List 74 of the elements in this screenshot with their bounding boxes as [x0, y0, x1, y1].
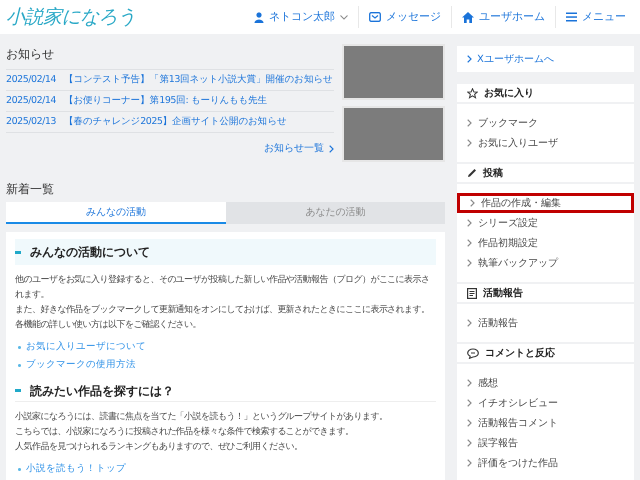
sidebar-link[interactable]: 作品の作成・編集 — [457, 193, 634, 213]
sidebar-link[interactable]: 執筆バックアップ — [457, 253, 634, 273]
chevron-icon — [467, 319, 472, 327]
sidebar-link[interactable]: お気に入りユーザ — [457, 133, 634, 153]
help-link[interactable]: ブックマークの使用方法 — [26, 358, 136, 373]
sidebar-link[interactable]: ブックマーク — [457, 113, 634, 133]
more-notices-link[interactable]: お知らせ一覧 — [264, 141, 334, 156]
pencil-icon — [467, 168, 477, 178]
chevron-icon — [467, 259, 472, 267]
section-heading: みんなの活動について — [30, 244, 150, 261]
paragraph: 人気作品を見つけられるランキングもありますので、ぜひご利用ください。 — [15, 440, 304, 454]
speech-bubble-icon — [467, 348, 479, 358]
nav-button[interactable]: メニュー — [555, 6, 636, 28]
heading-marker — [15, 250, 21, 254]
chevron-icon — [467, 119, 472, 127]
paragraph: 小説家になろうには、読書に焦点を当てた「小説を読もう！」というグループサイトがあります。 — [15, 410, 388, 424]
sidebar-link[interactable]: シリーズ設定 — [457, 213, 634, 233]
bullet-icon — [18, 468, 21, 471]
paragraph: こちらでは、小説家になろうに投稿された作品を様々な条件で検索することができます。 — [15, 426, 354, 439]
paragraph: また、好きな作品をブックマークして更新通知をオンにしておけば、更新されたときにここに表示されます。 — [15, 304, 431, 317]
banner-placeholder[interactable] — [342, 106, 445, 162]
feed-tab[interactable]: みんなの活動 — [6, 202, 226, 224]
chevron-icon — [467, 399, 472, 407]
feed-tab[interactable]: あなたの活動 — [226, 202, 445, 224]
sidebar-link[interactable]: 作品初期設定 — [457, 233, 634, 253]
chevron-icon — [467, 219, 472, 227]
chevron-icon — [467, 55, 472, 63]
sidebar-link[interactable]: 誤字報告 — [457, 433, 634, 453]
nav-button[interactable]: ユーザホーム — [451, 6, 555, 28]
sidebar-link[interactable]: 感想 — [457, 373, 634, 393]
help-link[interactable]: 小説を読もう！トップ — [26, 462, 126, 477]
group-title: お気に入り — [484, 86, 534, 100]
chevron-icon — [467, 139, 472, 147]
sidebar-link[interactable]: 評価をつけた作品 — [457, 453, 634, 473]
caret-icon — [340, 14, 348, 20]
paragraph: 他のユーザをお気に入り登録すると、そのユーザが投稿した新しい作品や活動報告（ブログ）がここに表示されます。 — [15, 274, 431, 302]
star-icon — [467, 88, 478, 98]
chevron-icon — [467, 419, 472, 427]
nav-button[interactable]: ネトコン太郎 — [244, 6, 358, 28]
section-title: 新着一覧 — [6, 181, 55, 198]
chevron-icon — [467, 379, 472, 387]
site-logo[interactable]: 小説家になろう — [6, 2, 136, 32]
notice-link[interactable]: 【お便りコーナー】第195回: もーりんもも先生 — [64, 94, 267, 108]
bullet-icon — [18, 364, 21, 367]
notice-date: 2025/02/14 — [6, 94, 56, 108]
paragraph: 各機能の詳しい使い方は以下をご確認ください。 — [15, 318, 202, 332]
home-icon — [462, 12, 474, 22]
sidebar-link[interactable]: 活動報告コメント — [457, 413, 634, 433]
chevron-icon — [329, 144, 334, 152]
bullet-icon — [18, 346, 21, 349]
notepad-icon — [467, 288, 477, 298]
menu-icon — [566, 12, 577, 22]
nav-button[interactable]: メッセージ — [358, 6, 451, 28]
x-home-link[interactable]: Xユーザホームへ — [467, 52, 554, 66]
chevron-icon — [467, 239, 472, 247]
sidebar-link[interactable]: 活動報告 — [457, 313, 634, 333]
group-title: 活動報告 — [483, 286, 523, 300]
section-title: お知らせ — [6, 46, 55, 63]
heading-marker — [15, 389, 21, 392]
chevron-icon — [467, 439, 472, 447]
notice-link[interactable]: 【コンテスト予告】「第13回ネット小説大賞」開催のお知らせ — [64, 72, 332, 88]
help-link[interactable]: お気に入りユーザについて — [26, 340, 146, 355]
envelope-icon — [369, 12, 381, 22]
notice-date: 2025/02/14 — [6, 72, 56, 87]
banner-placeholder[interactable] — [342, 44, 445, 100]
group-title: コメントと反応 — [485, 346, 555, 360]
sidebar-link[interactable]: イチオシレビュー — [457, 393, 634, 413]
section-heading: 読みたい作品を探すには？ — [30, 382, 174, 400]
user-icon — [254, 12, 264, 22]
notice-link[interactable]: 【春のチャレンジ2025】企画サイト公開のお知らせ — [64, 114, 286, 130]
chevron-icon — [467, 459, 472, 467]
group-title: 投稿 — [483, 166, 503, 180]
chevron-icon — [470, 199, 475, 207]
notice-date: 2025/02/13 — [6, 114, 56, 129]
